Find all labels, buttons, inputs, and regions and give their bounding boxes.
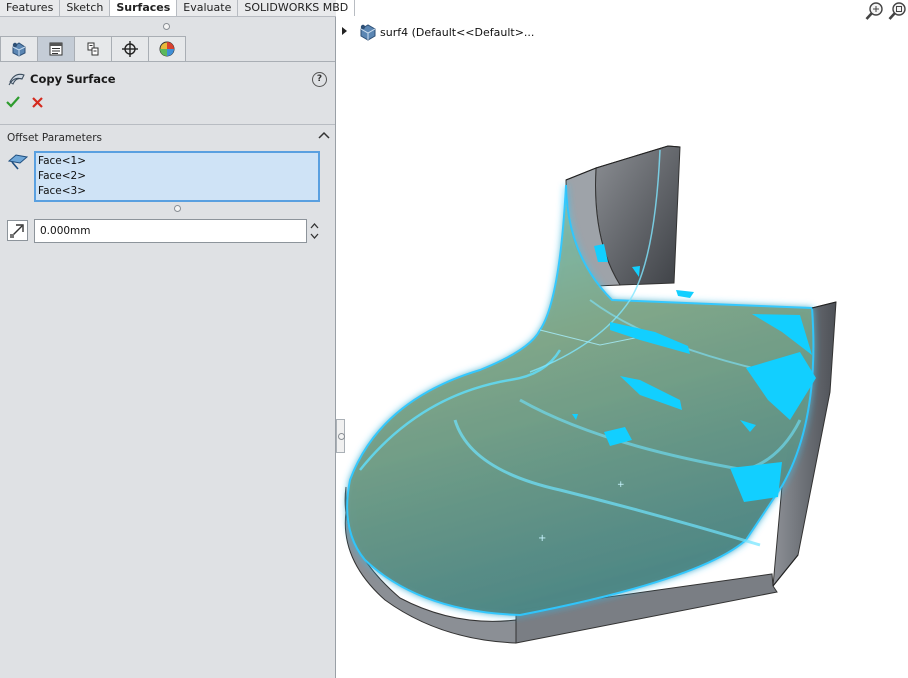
svg-text:+: + [538,533,546,544]
svg-text:+: + [617,480,625,490]
3d-model-viewport[interactable]: + + [0,0,908,678]
